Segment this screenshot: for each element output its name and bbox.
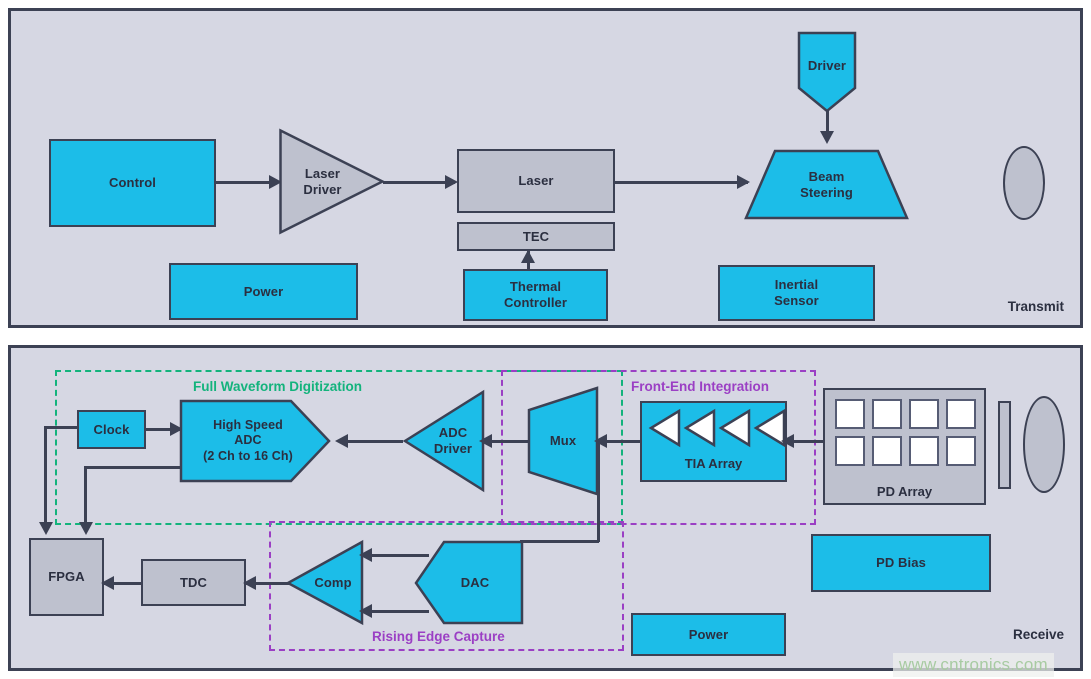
tia-amp-triangle-icon — [648, 408, 681, 448]
arrow-dac-to-comp-upper — [359, 548, 372, 562]
arrow-driver-to-beam-steering — [820, 131, 834, 144]
tia-stage-row — [648, 408, 786, 448]
block-receive-power-label: Power — [688, 626, 729, 642]
receive-lens-icon — [1023, 396, 1065, 493]
wire-adc-driver-to-adc — [341, 440, 403, 443]
wire-mux-to-dac-vertical — [597, 440, 600, 542]
block-pd-bias[interactable]: PD Bias — [811, 534, 991, 592]
pd-cell — [872, 436, 902, 466]
arrow-mux-to-adc-driver — [479, 434, 492, 448]
mux-trapezoid-icon — [527, 386, 599, 496]
arrow-tdc-to-fpga — [101, 576, 114, 590]
block-laser[interactable]: Laser — [457, 149, 615, 213]
pd-array-grid — [835, 399, 976, 466]
beam-steering-trapezoid-icon — [744, 149, 909, 220]
arrow-comp-to-tdc — [243, 576, 256, 590]
dac-pentagon-icon — [414, 540, 524, 625]
group-rising-edge-capture-label: Rising Edge Capture — [372, 629, 505, 644]
wire-clock-to-fpga-horizontal — [44, 426, 79, 429]
wire-adc-to-fpga-horizontal — [84, 466, 182, 469]
arrow-adc-to-fpga — [79, 522, 93, 535]
block-high-speed-adc[interactable]: High Speed ADC (2 Ch to 16 Ch) — [179, 399, 331, 483]
block-laser-driver[interactable]: Laser Driver — [278, 128, 386, 235]
block-clock[interactable]: Clock — [77, 410, 146, 449]
wire-adc-to-fpga-vertical — [84, 466, 87, 529]
pd-cell — [872, 399, 902, 429]
group-front-end-integration-label: Front-End Integration — [631, 379, 769, 394]
pd-cell — [835, 436, 865, 466]
block-thermal-controller-label: Thermal Controller — [503, 279, 568, 310]
arrow-adc-driver-to-adc — [335, 434, 348, 448]
arrow-dac-to-comp-lower — [359, 604, 372, 618]
block-transmit-power-label: Power — [243, 283, 284, 299]
block-tdc-label: TDC — [179, 574, 208, 590]
receive-panel: Full Waveform Digitization Front-End Int… — [8, 345, 1083, 671]
block-control[interactable]: Control — [49, 139, 216, 227]
transmit-panel: Control Laser Driver Laser TEC Thermal C… — [8, 8, 1083, 328]
adc-driver-triangle-icon — [402, 389, 485, 493]
tia-amp-triangle-icon — [683, 408, 716, 448]
tia-amp-triangle-icon — [718, 408, 751, 448]
block-tec-label: TEC — [522, 228, 550, 244]
block-tia-array[interactable]: TIA Array — [640, 401, 787, 482]
block-mux[interactable]: Mux — [527, 386, 599, 496]
pd-cell — [835, 399, 865, 429]
transmit-caption: Transmit — [1007, 299, 1064, 314]
block-pd-array[interactable]: PD Array — [823, 388, 986, 505]
wire-mux-to-dac-horizontal — [520, 540, 599, 543]
block-adc-driver[interactable]: ADC Driver — [402, 389, 485, 493]
high-speed-adc-pentagon-icon — [179, 399, 331, 483]
optical-filter-icon — [998, 401, 1011, 489]
comp-triangle-icon — [285, 539, 364, 626]
transmit-lens-icon — [1003, 146, 1045, 220]
driver-pentagon-icon — [797, 31, 857, 113]
block-laser-label: Laser — [518, 173, 554, 189]
block-inertial-sensor[interactable]: Inertial Sensor — [718, 265, 875, 321]
block-inertial-sensor-label: Inertial Sensor — [774, 277, 819, 308]
block-thermal-controller[interactable]: Thermal Controller — [463, 269, 608, 321]
block-fpga-label: FPGA — [48, 569, 85, 585]
block-comp[interactable]: Comp — [285, 539, 364, 626]
block-tia-array-label: TIA Array — [684, 456, 743, 471]
block-transmit-power[interactable]: Power — [169, 263, 358, 320]
block-tec[interactable]: TEC — [457, 222, 615, 251]
block-receive-power[interactable]: Power — [631, 613, 786, 656]
receive-caption: Receive — [1012, 627, 1064, 642]
block-pd-array-label: PD Array — [876, 484, 933, 499]
arrow-clock-to-fpga — [39, 522, 53, 535]
wire-mux-to-adc-driver — [485, 440, 533, 443]
pd-cell — [909, 399, 939, 429]
wire-clock-to-fpga-vertical — [44, 426, 47, 529]
block-fpga[interactable]: FPGA — [29, 538, 104, 616]
group-full-waveform-digitization-label: Full Waveform Digitization — [193, 379, 363, 394]
arrow-pd-array-to-tia — [781, 434, 794, 448]
block-dac[interactable]: DAC — [414, 540, 524, 625]
block-tdc[interactable]: TDC — [141, 559, 246, 606]
wire-laser-to-beam-steering — [615, 181, 748, 184]
block-pd-bias-label: PD Bias — [876, 555, 926, 571]
pd-cell — [909, 436, 939, 466]
block-beam-steering[interactable]: Beam Steering — [744, 149, 909, 220]
block-control-label: Control — [109, 175, 156, 191]
pd-cell — [946, 436, 976, 466]
lidar-block-diagram: Control Laser Driver Laser TEC Thermal C… — [0, 0, 1091, 679]
laser-driver-triangle-icon — [279, 128, 386, 235]
block-driver[interactable]: Driver — [797, 31, 857, 113]
watermark: www.cntronics.com — [893, 653, 1054, 677]
pd-cell — [946, 399, 976, 429]
arrow-tia-to-mux — [594, 434, 607, 448]
block-clock-label: Clock — [93, 421, 130, 437]
arrow-thermal-to-tec — [521, 250, 535, 263]
